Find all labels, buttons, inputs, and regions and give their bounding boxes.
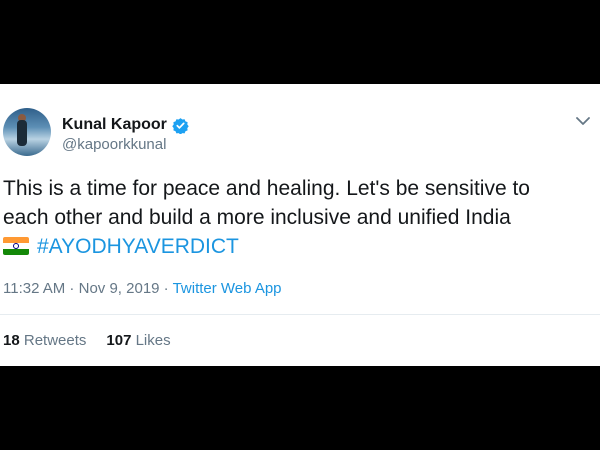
divider [0, 314, 600, 315]
chevron-down-icon[interactable] [576, 116, 590, 126]
tweet-meta: 11:32 AM · Nov 9, 2019 · Twitter Web App [3, 280, 282, 297]
tweet-text: This is a time for peace and healing. Le… [3, 174, 598, 261]
avatar-figure-shape [17, 120, 27, 146]
verified-badge-icon [172, 117, 189, 134]
retweets-label: Retweets [23, 332, 87, 349]
tweet-date[interactable]: Nov 9, 2019 [79, 280, 160, 297]
source-app-link[interactable]: Twitter Web App [173, 280, 282, 297]
retweets-stat[interactable]: 18 Retweets [3, 332, 86, 349]
author-name-row[interactable]: Kunal Kapoor [62, 116, 189, 134]
tweet-text-line-3: #AYODHYAVERDICT [3, 232, 598, 261]
tweet-text-line-2: each other and build a more inclusive an… [3, 206, 511, 229]
likes-label: Likes [135, 332, 171, 349]
india-flag-icon [3, 237, 29, 255]
meta-separator-2: · [159, 280, 173, 297]
hashtag-link[interactable]: #AYODHYAVERDICT [37, 235, 239, 258]
likes-count: 107 [106, 332, 132, 349]
meta-separator: · [65, 280, 79, 297]
retweets-count: 18 [3, 332, 20, 349]
tweet-stats: 18 Retweets 107 Likes [3, 332, 171, 349]
tweet-card: Kunal Kapoor @kapoorkkunal This is a tim… [0, 84, 600, 366]
author-name[interactable]: Kunal Kapoor [62, 116, 167, 134]
avatar[interactable] [3, 108, 51, 156]
tweet-time[interactable]: 11:32 AM [3, 280, 65, 297]
tweet-text-line-1: This is a time for peace and healing. Le… [3, 177, 530, 200]
likes-stat[interactable]: 107 Likes [106, 332, 170, 349]
author-handle[interactable]: @kapoorkkunal [62, 136, 166, 153]
